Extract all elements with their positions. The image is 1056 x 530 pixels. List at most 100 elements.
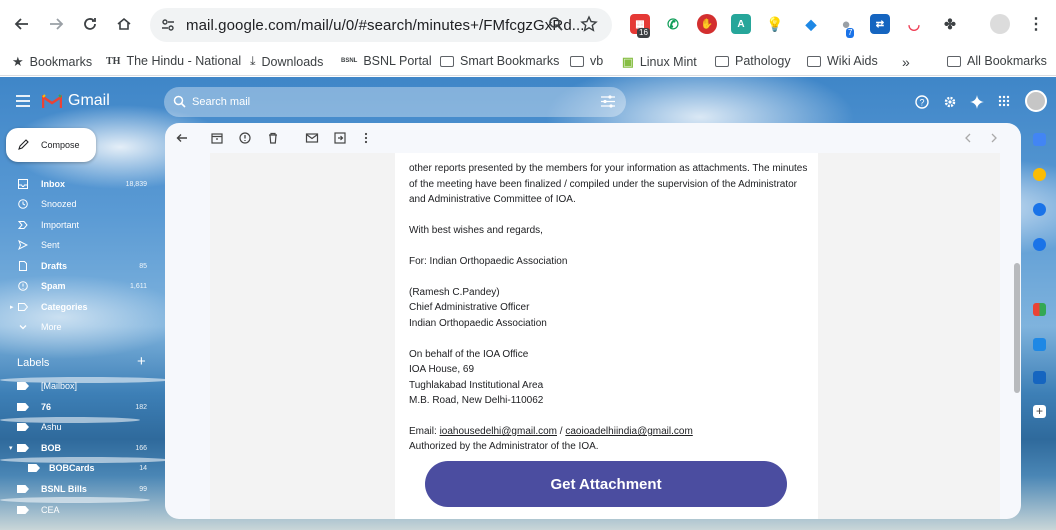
dropbox-extension-icon[interactable]: ◆ [801,14,821,34]
label-item[interactable]: 76 182 [0,397,155,417]
calendar-app-icon[interactable] [1033,133,1046,146]
older-chevron-icon[interactable] [987,131,1001,145]
bookmarks-star-icon: ★ [12,54,24,69]
folder-icon [715,55,729,67]
nav-snoozed[interactable]: Snoozed [0,194,155,214]
label-name: [Mailbox] [41,381,78,391]
bookmark-label: Pathology [735,54,791,68]
label-item[interactable]: BSNL Bills 99 [0,479,155,499]
phone-extension-icon[interactable]: ✆ [663,14,683,34]
contacts-app-icon[interactable] [1033,238,1046,251]
gmail-logo[interactable]: Gmail [42,92,110,110]
dropbox-addon-icon[interactable] [1033,338,1046,351]
apps-grid-icon[interactable] [998,95,1010,110]
nav-inbox[interactable]: Inbox 18,839 [0,174,155,194]
label-item[interactable]: BOBCards 14 [0,458,155,478]
folder-icon [947,55,961,67]
search-icon[interactable] [548,16,564,35]
search-options-icon[interactable] [601,95,615,111]
adblock-extension-icon[interactable]: ✋ [697,14,717,34]
gemini-spark-icon[interactable] [970,95,984,112]
checkmark-addon-icon[interactable] [1033,371,1046,384]
forward-icon[interactable] [44,12,68,36]
settings-gear-icon[interactable] [943,95,957,112]
all-bookmarks-folder[interactable]: All Bookmarks [947,54,1047,68]
reload-icon[interactable] [78,12,102,36]
archive-icon[interactable] [210,131,224,145]
report-spam-icon[interactable] [238,131,252,145]
send-icon [18,240,28,250]
pencil-icon [18,138,29,152]
nav-more[interactable]: More [0,317,155,337]
address-bar[interactable]: mail.google.com/mail/u/0/#search/minutes… [150,8,612,42]
email-link-1[interactable]: ioahousedelhi@gmail.com [440,426,557,437]
back-icon[interactable] [10,12,34,36]
label-tag-icon [17,423,29,431]
label-item[interactable]: Ashu [0,417,155,437]
bookmark-item[interactable]: ★ Bookmarks [12,54,92,70]
bookmark-folder[interactable]: Pathology [715,54,791,68]
email-link-2[interactable]: caoioadelhiindia@gmail.com [565,426,692,437]
mark-unread-icon[interactable] [305,131,319,145]
pocket-extension-icon[interactable]: ◡ [904,14,924,34]
bookmark-item[interactable]: ⤓ Downloads [250,54,323,69]
label-name: Ashu [41,422,62,432]
compose-button[interactable]: Compose [6,128,96,162]
profile-avatar-icon[interactable] [990,14,1010,34]
office-line: IOA House, 69 [409,364,475,375]
bookmark-label: Linux Mint [639,54,697,69]
get-attachment-button[interactable]: Get Attachment [425,461,787,507]
label-tag-icon [17,382,29,390]
help-icon[interactable]: ? [915,95,929,112]
search-mail-bar[interactable]: Search mail [164,87,626,117]
nav-drafts[interactable]: Drafts 85 [0,256,155,276]
back-to-list-icon[interactable] [175,131,189,145]
label-item[interactable]: [Mailbox] [0,376,155,396]
add-label-icon[interactable]: + [137,353,146,370]
nav-spam[interactable]: Spam 1,611 [0,276,155,296]
email-body: other reports presented by the members f… [395,153,818,519]
scrollbar-thumb[interactable] [1014,263,1020,393]
more-options-icon[interactable] [359,131,373,145]
office-line: M.B. Road, New Delhi-110062 [409,395,544,406]
account-avatar[interactable] [1025,90,1047,112]
bulb-extension-icon[interactable]: 💡 [765,14,785,34]
signer-org: Indian Orthopaedic Association [409,318,547,329]
newer-chevron-icon[interactable] [961,131,975,145]
home-icon[interactable] [112,12,136,36]
nav-categories[interactable]: ▸ Categories [0,297,155,317]
translate-extension-icon[interactable]: A [731,14,751,34]
bookmark-item[interactable]: BSNL BSNL Portal [341,54,432,68]
bookmark-folder[interactable]: Smart Bookmarks [440,54,559,68]
chrome-menu-icon[interactable]: ⋮ [1026,14,1046,34]
bookmarks-overflow-button[interactable]: » [902,54,910,70]
main-menu-icon[interactable] [16,95,30,110]
move-to-icon[interactable] [333,131,347,145]
label-item[interactable]: ▾ BOB 166 [0,438,155,458]
delete-icon[interactable] [266,131,280,145]
bookmark-folder[interactable]: Wiki Aids [807,54,878,68]
bookmark-item[interactable]: TH The Hindu - National [106,54,241,68]
label-name: BOB [41,443,61,453]
colorful-addon-icon[interactable] [1033,303,1046,316]
site-info-icon[interactable] [160,17,176,36]
search-icon[interactable] [173,95,186,111]
add-addon-icon[interactable]: + [1033,405,1046,418]
label-count: 14 [139,464,147,472]
body-paragraph: other reports presented by the members f… [409,163,808,205]
nav-important[interactable]: Important [0,215,155,235]
tasks-app-icon[interactable] [1033,203,1046,216]
label-item[interactable]: CEA [0,500,155,520]
office-line: Tughlakabad Institutional Area [409,380,544,391]
label-name: 76 [41,402,52,412]
screen-extension-icon[interactable]: ⇄ [870,14,890,34]
office-line: On behalf of the IOA Office [409,349,529,360]
keep-app-icon[interactable] [1033,168,1046,181]
nav-sent[interactable]: Sent [0,235,155,255]
bookmark-folder[interactable]: vb [570,54,603,68]
download-icon: ⤓ [250,54,256,68]
bookmark-item[interactable]: ▣ Linux Mint [622,54,697,70]
extensions-puzzle-icon[interactable]: ✤ [940,14,960,34]
important-icon [18,221,28,229]
bookmark-star-icon[interactable] [580,15,598,36]
